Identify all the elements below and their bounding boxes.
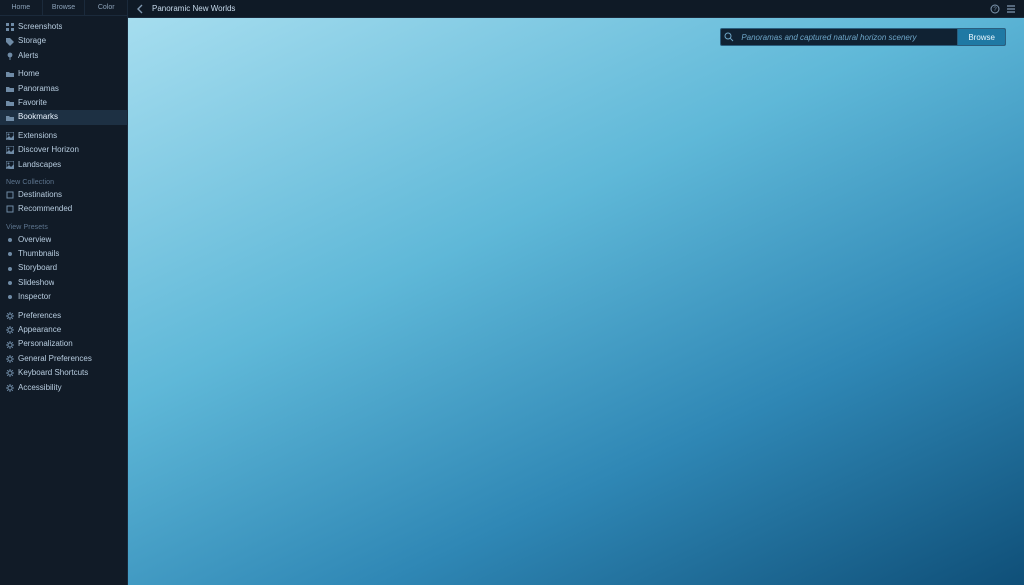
dot-icon — [6, 265, 14, 273]
search-row: Browse — [128, 18, 1024, 46]
search-button[interactable]: Browse — [957, 29, 1005, 45]
folder-icon — [6, 114, 14, 122]
image-icon — [6, 132, 14, 140]
sidebar-item-label: Overview — [18, 235, 51, 245]
sidebar-item-destinations[interactable]: Destinations — [0, 188, 127, 202]
gallery — [128, 46, 1024, 585]
dot-icon — [6, 236, 14, 244]
sidebar-item-recommended[interactable]: Recommended — [0, 202, 127, 216]
sidebar-item-thumbnails[interactable]: Thumbnails — [0, 247, 127, 261]
grid-icon — [6, 23, 14, 31]
sidebar-item-appearance[interactable]: Appearance — [0, 323, 127, 337]
gear-icon — [6, 326, 14, 334]
sidebar-item-label: Keyboard Shortcuts — [18, 368, 88, 378]
folder-icon — [6, 85, 14, 93]
sidebar-tabs: Home Browse Color — [0, 0, 127, 16]
sidebar-nav: Screenshots Storage Alerts Home Panoramas Fav… — [0, 16, 127, 395]
help-icon[interactable]: ? — [990, 4, 1000, 14]
sidebar-item-label: Preferences — [18, 311, 61, 321]
tag-icon — [6, 38, 14, 46]
sidebar-item-label: Landscapes — [18, 160, 61, 170]
sidebar-item-label: Alerts — [18, 51, 38, 61]
sidebar-tab-color[interactable]: Color — [85, 0, 127, 15]
sidebar-item-landscapes[interactable]: Landscapes — [0, 158, 127, 172]
search-bar: Browse — [720, 28, 1006, 46]
sidebar-item-storage[interactable]: Storage — [0, 34, 127, 48]
sidebar-item-overview[interactable]: Overview — [0, 233, 127, 247]
menu-icon[interactable] — [1006, 4, 1016, 14]
sidebar-item-inspector[interactable]: Inspector — [0, 290, 127, 304]
sidebar-item-label: Bookmarks — [18, 112, 58, 122]
sidebar-item-keyboard-shortcuts[interactable]: Keyboard Shortcuts — [0, 366, 127, 380]
sidebar: Home Browse Color Screenshots Storage Aler… — [0, 0, 128, 585]
sidebar-item-home[interactable]: Home — [0, 67, 127, 81]
sidebar-item-personalization[interactable]: Personalization — [0, 337, 127, 351]
sidebar-item-discover-horizon[interactable]: Discover Horizon — [0, 143, 127, 157]
sidebar-item-favorite[interactable]: Favorite — [0, 96, 127, 110]
sidebar-item-storyboard[interactable]: Storyboard — [0, 261, 127, 275]
dot-icon — [6, 279, 14, 287]
sidebar-tab-home[interactable]: Home — [0, 0, 43, 15]
sidebar-item-screenshots[interactable]: Screenshots — [0, 20, 127, 34]
sidebar-item-label: Home — [18, 69, 39, 79]
search-icon — [721, 32, 737, 42]
sidebar-item-label: Extensions — [18, 131, 57, 141]
gear-icon — [6, 312, 14, 320]
sidebar-item-label: Favorite — [18, 98, 47, 108]
pin-icon — [6, 52, 14, 60]
sidebar-item-preferences[interactable]: Preferences — [0, 309, 127, 323]
page-title: Panoramic New Worlds — [152, 4, 235, 13]
sidebar-item-bookmarks[interactable]: Bookmarks — [0, 110, 127, 124]
gear-icon — [6, 384, 14, 392]
dot-icon — [6, 250, 14, 258]
back-icon[interactable] — [136, 4, 146, 14]
gear-icon — [6, 369, 14, 377]
sidebar-tab-browse[interactable]: Browse — [43, 0, 86, 15]
sidebar-item-label: Recommended — [18, 204, 72, 214]
sidebar-item-label: Accessibility — [18, 383, 62, 393]
sidebar-item-label: Appearance — [18, 325, 61, 335]
sidebar-item-accessibility[interactable]: Accessibility — [0, 381, 127, 395]
square-icon — [6, 191, 14, 199]
sidebar-item-label: Slideshow — [18, 278, 54, 288]
folder-icon — [6, 70, 14, 78]
sidebar-item-label: Inspector — [18, 292, 51, 302]
sidebar-item-label: Discover Horizon — [18, 145, 79, 155]
nav-group-header: View Presets — [0, 221, 127, 233]
folder-icon — [6, 99, 14, 107]
sidebar-item-label: Thumbnails — [18, 249, 59, 259]
image-icon — [6, 146, 14, 154]
nav-group-header: New Collection — [0, 176, 127, 188]
sidebar-item-general-preferences[interactable]: General Preferences — [0, 352, 127, 366]
sidebar-item-label: Panoramas — [18, 84, 59, 94]
sidebar-item-panoramas[interactable]: Panoramas — [0, 82, 127, 96]
sidebar-item-label: Personalization — [18, 339, 73, 349]
image-icon — [6, 161, 14, 169]
sidebar-item-extensions[interactable]: Extensions — [0, 129, 127, 143]
topbar: Panoramic New Worlds ? — [128, 0, 1024, 18]
gear-icon — [6, 355, 14, 363]
sidebar-item-slideshow[interactable]: Slideshow — [0, 276, 127, 290]
gear-icon — [6, 341, 14, 349]
sidebar-item-label: General Preferences — [18, 354, 92, 364]
main-area: Panoramic New Worlds ? Browse — [128, 0, 1024, 585]
square-icon — [6, 205, 14, 213]
dot-icon — [6, 293, 14, 301]
sidebar-item-label: Screenshots — [18, 22, 62, 32]
sidebar-item-label: Destinations — [18, 190, 62, 200]
search-input[interactable] — [737, 33, 957, 42]
sidebar-item-label: Storyboard — [18, 263, 57, 273]
sidebar-item-label: Storage — [18, 36, 46, 46]
sidebar-item-alerts[interactable]: Alerts — [0, 49, 127, 63]
